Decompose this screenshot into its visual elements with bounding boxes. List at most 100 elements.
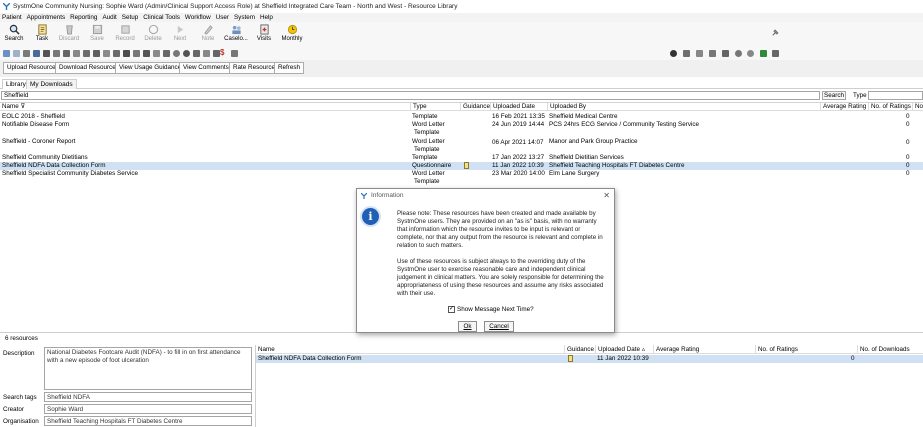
task-button[interactable]: Task xyxy=(29,23,55,47)
creator-field[interactable]: Sophie Ward xyxy=(44,404,252,414)
version-grid: Name Guidance Uploaded Date ▵ Average Ra… xyxy=(255,345,923,427)
quick-icon-15[interactable] xyxy=(143,50,150,57)
search-tags-field[interactable]: Sheffield NDFA xyxy=(44,392,252,402)
quick-icon-right-7[interactable] xyxy=(747,50,754,57)
col-no-of-ratings[interactable]: No. of Ratings xyxy=(868,103,912,111)
col-guidance[interactable]: Guidance xyxy=(460,103,490,111)
discard-button[interactable]: Discard xyxy=(56,23,82,47)
caseload-button[interactable]: Caselo... xyxy=(223,23,249,47)
quick-icon-22[interactable] xyxy=(213,50,220,57)
table-row-selected[interactable]: Sheffield NDFA Data Collection Form Ques… xyxy=(0,162,923,170)
menu-reporting[interactable]: Reporting xyxy=(70,14,97,21)
close-icon[interactable]: ✕ xyxy=(603,189,610,203)
quick-icon-3[interactable] xyxy=(23,50,30,57)
visits-button[interactable]: Visits xyxy=(251,23,277,47)
col-no-of-downloads[interactable]: No xyxy=(912,103,923,111)
menu-system[interactable]: System xyxy=(234,14,255,21)
menu-help[interactable]: Help xyxy=(260,14,273,21)
quick-icon-24[interactable] xyxy=(231,50,238,57)
quick-icon-14[interactable] xyxy=(133,50,140,57)
quick-icon-right-4[interactable] xyxy=(709,50,716,57)
vcol-average-rating[interactable]: Average Rating xyxy=(653,345,755,354)
upload-resource-button[interactable]: Upload Resource xyxy=(3,62,60,74)
guidance-document-icon[interactable] xyxy=(464,162,469,169)
quick-icon-right-5[interactable] xyxy=(722,50,729,57)
quick-icon-right-6[interactable] xyxy=(735,50,742,57)
table-row[interactable]: Sheffield - Coroner Report Word Letter T… xyxy=(0,138,923,154)
record-button[interactable]: Record xyxy=(112,23,138,47)
table-row[interactable]: Sheffield Specialist Community Diabetes … xyxy=(0,170,923,186)
quick-icon-right-9[interactable] xyxy=(772,50,779,57)
search-submit-button[interactable]: Search xyxy=(822,91,846,100)
pin-icon[interactable] xyxy=(771,28,780,37)
quick-icon-19[interactable] xyxy=(183,50,190,57)
show-message-checkbox[interactable]: ✓ Show Message Next Time? xyxy=(448,306,534,313)
tab-my-downloads[interactable]: My Downloads xyxy=(26,79,77,89)
note-button[interactable]: Note xyxy=(195,23,221,47)
table-row[interactable]: EOLC 2018 - Sheffield Template 16 Feb 20… xyxy=(0,113,923,121)
menu-patient[interactable]: Patient xyxy=(2,14,22,21)
quick-icon-21[interactable] xyxy=(203,50,210,57)
menu-clinical-tools[interactable]: Clinical Tools xyxy=(143,14,180,21)
quick-icon-2[interactable] xyxy=(13,50,20,57)
search-input[interactable]: Sheffield xyxy=(1,91,820,100)
guidance-document-icon[interactable] xyxy=(568,355,573,362)
vcol-no-of-downloads[interactable]: No. of Downloads xyxy=(857,345,923,354)
type-filter-input[interactable] xyxy=(868,91,923,100)
quick-icon-10[interactable] xyxy=(93,50,100,57)
menu-workflow[interactable]: Workflow xyxy=(185,14,211,21)
vcol-name[interactable]: Name xyxy=(256,345,564,354)
next-button[interactable]: Next xyxy=(167,23,193,47)
quick-icon-11[interactable] xyxy=(103,50,110,57)
search-button[interactable]: Search xyxy=(1,23,27,47)
quick-icon-18[interactable] xyxy=(173,50,180,57)
menu-setup[interactable]: Setup xyxy=(122,14,138,21)
quick-icon-20[interactable] xyxy=(193,50,200,57)
checkbox-checked-icon[interactable]: ✓ xyxy=(448,306,455,313)
menu-user[interactable]: User xyxy=(216,14,229,21)
quick-icon-6[interactable] xyxy=(53,50,60,57)
record-icon xyxy=(120,25,130,34)
visits-icon xyxy=(259,24,269,35)
quick-icon-right-3[interactable] xyxy=(696,50,703,57)
quick-icon-5[interactable] xyxy=(43,50,50,57)
download-resource-button[interactable]: Download Resource xyxy=(55,62,120,74)
quick-icon-1[interactable] xyxy=(3,50,10,57)
quick-icon-4[interactable] xyxy=(33,50,40,57)
quick-icon-8[interactable] xyxy=(73,50,80,57)
col-uploaded-date[interactable]: Uploaded Date xyxy=(490,103,547,111)
version-row[interactable]: Sheffield NDFA Data Collection Form 11 J… xyxy=(256,355,923,363)
quick-icon-right-2[interactable] xyxy=(683,50,690,57)
cancel-button[interactable]: Cancel xyxy=(484,321,514,332)
quick-icon-right-1[interactable] xyxy=(670,50,677,57)
col-name[interactable]: Name ⊽ xyxy=(0,103,410,111)
view-usage-guidance-button[interactable]: View Usage Guidance xyxy=(115,62,186,74)
ok-button[interactable]: Ok xyxy=(458,321,477,332)
vcol-guidance[interactable]: Guidance xyxy=(564,345,595,354)
organisation-field[interactable]: Sheffield Teaching Hospitals FT Diabetes… xyxy=(44,416,252,426)
save-button[interactable]: Save xyxy=(84,23,110,47)
col-uploaded-by[interactable]: Uploaded By xyxy=(547,103,820,111)
description-field[interactable]: National Diabetes Footcare Audit (NDFA) … xyxy=(44,347,252,390)
quick-icon-16[interactable] xyxy=(153,50,160,57)
quick-icon-17[interactable] xyxy=(163,50,170,57)
refresh-button[interactable]: Refresh xyxy=(274,62,305,74)
monthly-button[interactable]: Monthly xyxy=(279,23,305,47)
quick-icon-right-8[interactable] xyxy=(760,50,767,57)
col-average-rating[interactable]: Average Rating xyxy=(820,103,868,111)
vcol-no-of-ratings[interactable]: No. of Ratings xyxy=(755,345,857,354)
vcol-uploaded-date[interactable]: Uploaded Date ▵ xyxy=(595,345,653,354)
table-row[interactable]: Sheffield Community Dietitians Template … xyxy=(0,154,923,162)
quick-icon-12[interactable] xyxy=(113,50,120,57)
table-row[interactable]: Notifiable Disease Form Word Letter Temp… xyxy=(0,121,923,137)
delete-button[interactable]: Delete xyxy=(140,23,166,47)
quick-icon-9[interactable] xyxy=(83,50,90,57)
col-type[interactable]: Type xyxy=(410,103,460,111)
dollar-icon[interactable]: $ xyxy=(220,49,227,57)
rate-resource-button[interactable]: Rate Resource xyxy=(229,62,279,74)
quick-icon-13[interactable] xyxy=(123,50,130,57)
menu-appointments[interactable]: Appointments xyxy=(27,14,66,21)
menu-audit[interactable]: Audit xyxy=(102,14,116,21)
view-comments-button[interactable]: View Comments xyxy=(179,62,233,74)
quick-icon-7[interactable] xyxy=(63,50,70,57)
